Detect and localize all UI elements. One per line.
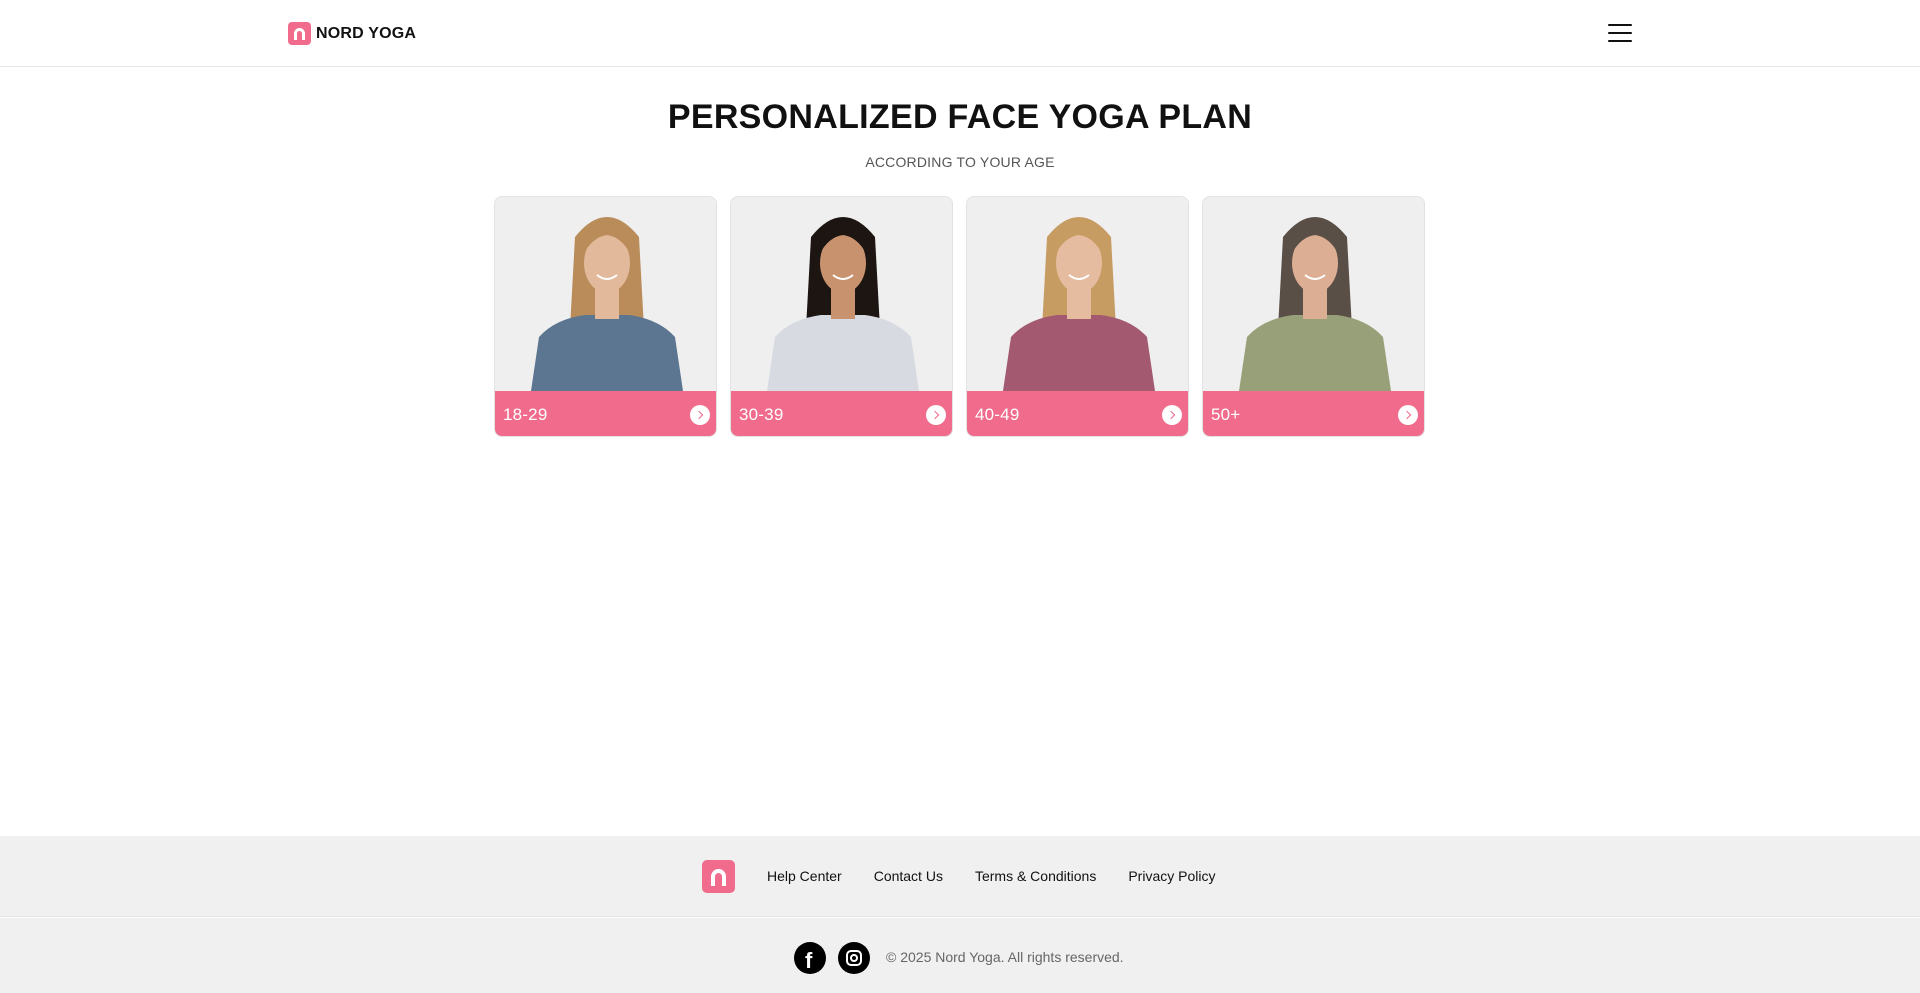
age-card-list: 18-29 30-39 40-49 50+ [494, 196, 1425, 437]
brand-name: NORD YOGA [316, 24, 417, 42]
age-card-40-49[interactable]: 40-49 [966, 196, 1189, 437]
shirt [767, 315, 919, 391]
model-photo [495, 197, 716, 391]
model-photo [731, 197, 952, 391]
model-photo [967, 197, 1188, 391]
footer-logo-icon[interactable] [702, 860, 735, 893]
help-center-link[interactable]: Help Center [767, 868, 842, 884]
brand-logo[interactable]: NORD YOGA [288, 22, 416, 45]
copyright-text: © 2025 Nord Yoga. All rights reserved. [886, 949, 1124, 965]
age-card-18-29[interactable]: 18-29 [494, 196, 717, 437]
age-card-label: 40-49 [975, 405, 1020, 424]
footer-nav: Help Center Contact Us Terms & Condition… [0, 836, 1920, 917]
age-card-label: 50+ [1211, 405, 1241, 424]
instagram-icon[interactable] [838, 942, 870, 974]
contact-us-link[interactable]: Contact Us [874, 868, 943, 884]
shirt [1003, 315, 1155, 391]
footer-links: Help Center Contact Us Terms & Condition… [767, 868, 1215, 884]
shirt [1239, 315, 1391, 391]
hamburger-menu-icon[interactable] [1608, 24, 1632, 43]
chevron-right-icon [1398, 405, 1418, 425]
footer-bottom: f © 2025 Nord Yoga. All rights reserved. [0, 918, 1920, 993]
chevron-right-icon [926, 405, 946, 425]
model-illustration [1003, 217, 1155, 391]
age-card-bar: 50+ [1203, 391, 1424, 436]
site-header: NORD YOGA [0, 0, 1920, 67]
chevron-right-icon [1162, 405, 1182, 425]
chevron-right-icon [690, 405, 710, 425]
model-illustration [531, 217, 683, 391]
page-title: PERSONALIZED FACE YOGA PLAN [667, 98, 1253, 136]
page-subtitle: ACCORDING TO YOUR AGE [865, 154, 1055, 170]
age-card-label: 30-39 [739, 405, 784, 424]
age-card-30-39[interactable]: 30-39 [730, 196, 953, 437]
age-card-bar: 18-29 [495, 391, 716, 436]
terms-link[interactable]: Terms & Conditions [975, 868, 1096, 884]
facebook-icon[interactable]: f [794, 942, 826, 974]
model-illustration [1239, 217, 1391, 391]
model-illustration [767, 217, 919, 391]
age-card-bar: 40-49 [967, 391, 1188, 436]
age-card-bar: 30-39 [731, 391, 952, 436]
privacy-policy-link[interactable]: Privacy Policy [1128, 868, 1215, 884]
age-card-50-plus[interactable]: 50+ [1202, 196, 1425, 437]
model-photo [1203, 197, 1424, 391]
age-card-label: 18-29 [503, 405, 548, 424]
logo-icon [288, 22, 311, 45]
shirt [531, 315, 683, 391]
